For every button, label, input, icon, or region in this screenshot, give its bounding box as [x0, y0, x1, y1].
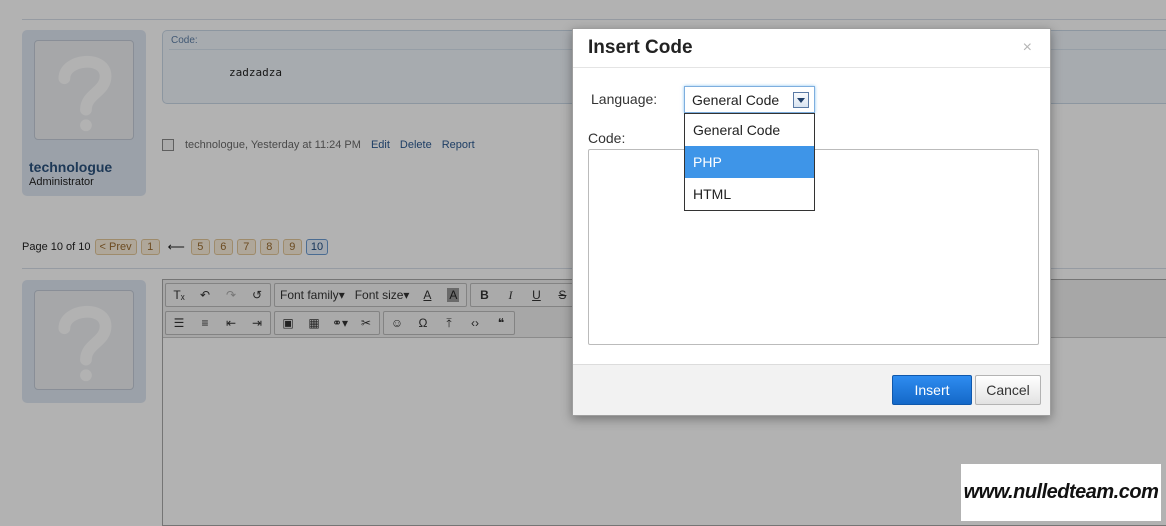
language-select[interactable]: General Code	[684, 86, 815, 113]
cancel-button[interactable]: Cancel	[975, 375, 1041, 405]
language-option-general-code[interactable]: General Code	[685, 114, 814, 146]
language-select-value: General Code	[692, 92, 780, 108]
language-option-html[interactable]: HTML	[685, 178, 814, 210]
watermark-text: www.nulledteam.com	[963, 481, 1159, 503]
code-field-label: Code:	[588, 130, 626, 146]
close-icon[interactable]: ×	[1023, 39, 1032, 57]
language-options-list: General Code PHP HTML	[684, 113, 815, 211]
insert-code-dialog: Insert Code × Language: General Code Gen…	[572, 28, 1051, 416]
dialog-title: Insert Code	[588, 37, 693, 58]
insert-button[interactable]: Insert	[892, 375, 972, 405]
watermark-logo: www.nulledteam.com	[961, 464, 1161, 521]
dialog-footer: Insert Cancel	[573, 364, 1050, 415]
chevron-down-icon[interactable]	[793, 92, 809, 108]
language-option-php[interactable]: PHP	[685, 146, 814, 178]
dialog-header: Insert Code ×	[573, 29, 1050, 68]
language-label: Language:	[591, 91, 658, 107]
